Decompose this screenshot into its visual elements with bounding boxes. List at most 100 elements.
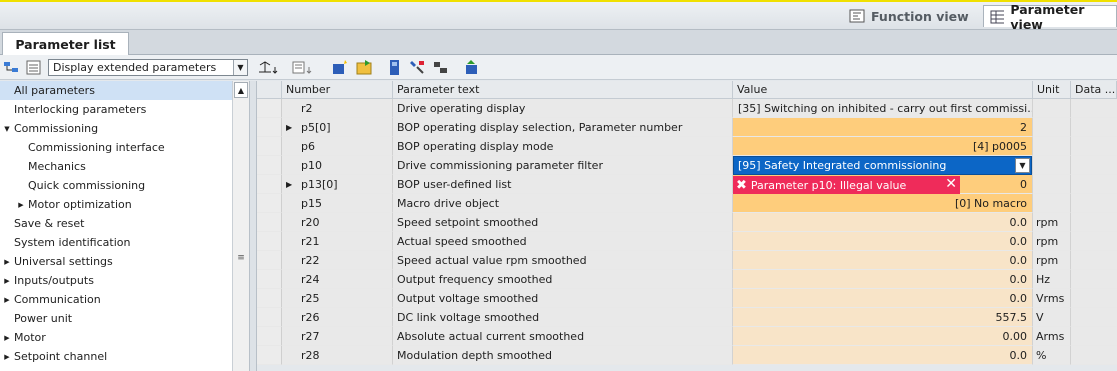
- tree-item-label: Setpoint channel: [14, 350, 108, 363]
- parameter-number: r21: [301, 234, 320, 248]
- tree-item[interactable]: Power unit: [0, 309, 232, 328]
- open-folder-icon[interactable]: [356, 59, 373, 76]
- number-cell: p15: [282, 194, 393, 213]
- error-message: Parameter p10: Illegal value: [750, 178, 907, 192]
- table-row[interactable]: ▶ p13[0] BOP user-defined list 0: [257, 175, 1117, 194]
- row-header[interactable]: [257, 194, 282, 213]
- row-header[interactable]: [257, 308, 282, 327]
- column-header-value[interactable]: Value: [733, 81, 1033, 99]
- column-header-data[interactable]: Data ...: [1071, 81, 1117, 99]
- column-header-unit[interactable]: Unit: [1033, 81, 1071, 99]
- row-header-corner: [257, 81, 282, 99]
- value-cell[interactable]: 2: [733, 118, 1033, 137]
- expand-arrow-icon[interactable]: ▶: [2, 353, 12, 361]
- tree-item[interactable]: ▶ Setpoint channel: [0, 347, 232, 366]
- chevron-down-icon[interactable]: ▼: [1015, 158, 1030, 173]
- unit-cell: [1033, 194, 1071, 213]
- parameter-text-cell: Drive commissioning parameter filter: [393, 156, 733, 175]
- table-row[interactable]: r20 Speed setpoint smoothed 0.0 rpm: [257, 213, 1117, 232]
- connection-icon[interactable]: [432, 59, 449, 76]
- chevron-down-icon: ▼: [233, 60, 247, 75]
- table-row[interactable]: r2 Drive operating display [35] Switching …: [257, 99, 1117, 118]
- list-view-icon[interactable]: [25, 59, 42, 76]
- parameter-number: r25: [301, 291, 320, 305]
- row-header[interactable]: [257, 118, 282, 137]
- expand-arrow-icon[interactable]: ▶: [2, 277, 12, 285]
- tree-item[interactable]: ▶ Inputs/outputs: [0, 271, 232, 290]
- parameter-number: p6: [301, 139, 315, 153]
- parameter-view-button[interactable]: Parameter view: [983, 2, 1117, 32]
- tree-item[interactable]: Mechanics: [0, 157, 232, 176]
- expand-arrow-icon[interactable]: ▶: [2, 258, 12, 266]
- data-cell: [1071, 99, 1117, 118]
- value-cell[interactable]: [0] No macro: [733, 194, 1033, 213]
- value-cell[interactable]: [4] p0005: [733, 137, 1033, 156]
- parameter-number: p13[0]: [301, 177, 338, 191]
- tree-item[interactable]: Quick commissioning: [0, 176, 232, 195]
- column-header-number[interactable]: Number: [282, 81, 393, 99]
- table-row[interactable]: r26 DC link voltage smoothed 557.5 V: [257, 308, 1117, 327]
- tree-view-icon[interactable]: [3, 59, 20, 76]
- new-parameter-icon[interactable]: [332, 59, 349, 76]
- row-header[interactable]: [257, 289, 282, 308]
- expand-arrow-icon[interactable]: ▶: [286, 180, 298, 189]
- row-header[interactable]: [257, 232, 282, 251]
- tools-icon[interactable]: [409, 59, 426, 76]
- tree-item[interactable]: Interlocking parameters: [0, 100, 232, 119]
- tree-item[interactable]: System identification: [0, 233, 232, 252]
- parameter-filter-select[interactable]: Display extended parameters ▼: [48, 59, 248, 76]
- tree-scrollbar[interactable]: ▲ ≡: [232, 81, 249, 371]
- toolbar: Display extended parameters ▼: [0, 55, 1117, 80]
- p10-value-dropdown[interactable]: [95] Safety Integrated commissioning ▼: [733, 156, 1032, 175]
- expand-arrow-icon[interactable]: ▼: [2, 125, 12, 133]
- table-row[interactable]: r28 Modulation depth smoothed 0.0%: [257, 346, 1117, 365]
- table-row[interactable]: r24 Output frequency smoothed 0.0 Hz: [257, 270, 1117, 289]
- number-cell: p10: [282, 156, 393, 175]
- scroll-up-icon[interactable]: ▲: [234, 82, 248, 98]
- row-header[interactable]: [257, 327, 282, 346]
- table-row[interactable]: r27 Absolute actual current smoothed 0.00 A…: [257, 327, 1117, 346]
- tree-item[interactable]: ▶ Universal settings: [0, 252, 232, 271]
- compare-values-icon[interactable]: [257, 59, 281, 76]
- expand-arrow-icon[interactable]: ▶: [2, 296, 12, 304]
- pane-splitter[interactable]: [249, 81, 257, 371]
- tree-item[interactable]: ▶ Motor optimization: [0, 195, 232, 214]
- expand-arrow-icon[interactable]: ▶: [2, 334, 12, 342]
- tree-item[interactable]: Commissioning interface: [0, 138, 232, 157]
- parameter-number: r22: [301, 253, 320, 267]
- save-values-icon[interactable]: [291, 59, 315, 76]
- table-row[interactable]: r21 Actual speed smoothed 0.0 rpm: [257, 232, 1117, 251]
- row-header[interactable]: [257, 251, 282, 270]
- row-header[interactable]: [257, 270, 282, 289]
- row-header[interactable]: [257, 156, 282, 175]
- table-row[interactable]: ▶ p5[0] BOP operating display selection, P…: [257, 118, 1117, 137]
- column-header-parameter-text[interactable]: Parameter text: [393, 81, 733, 99]
- tab-parameter-list[interactable]: Parameter list: [2, 32, 129, 56]
- data-cell: [1071, 251, 1117, 270]
- close-icon[interactable]: ✕: [945, 176, 957, 192]
- row-header[interactable]: [257, 213, 282, 232]
- table-row[interactable]: p6 BOP operating display mode [4] p0005: [257, 137, 1117, 156]
- tree-item[interactable]: ▶ Motor: [0, 328, 232, 347]
- row-header[interactable]: [257, 346, 282, 365]
- row-header[interactable]: [257, 99, 282, 118]
- row-header[interactable]: [257, 137, 282, 156]
- unit-cell: Vrms: [1033, 289, 1071, 308]
- expand-arrow-icon[interactable]: ▶: [16, 201, 26, 209]
- expand-arrow-icon[interactable]: ▶: [286, 123, 298, 132]
- parameter-text-cell: Modulation depth smoothed: [393, 346, 733, 365]
- tree-item[interactable]: All parameters: [0, 81, 232, 100]
- parameter-number: p5[0]: [301, 120, 331, 134]
- function-view-button[interactable]: Function view: [843, 5, 975, 27]
- tree-item[interactable]: ▶ Communication: [0, 290, 232, 309]
- tree-item[interactable]: Save & reset: [0, 214, 232, 233]
- table-row[interactable]: r25 Output voltage smoothed 0.0 Vrms: [257, 289, 1117, 308]
- upload-icon[interactable]: [463, 59, 480, 76]
- device-icon[interactable]: [386, 59, 403, 76]
- scroll-grip-icon[interactable]: ≡: [235, 253, 247, 269]
- table-row[interactable]: p15 Macro drive object [0] No macro: [257, 194, 1117, 213]
- table-row[interactable]: r22 Speed actual value rpm smoothed 0.0 rpm: [257, 251, 1117, 270]
- tree-item[interactable]: ▼ Commissioning: [0, 119, 232, 138]
- row-header[interactable]: [257, 175, 282, 194]
- value-cell: 0.00: [733, 327, 1033, 346]
